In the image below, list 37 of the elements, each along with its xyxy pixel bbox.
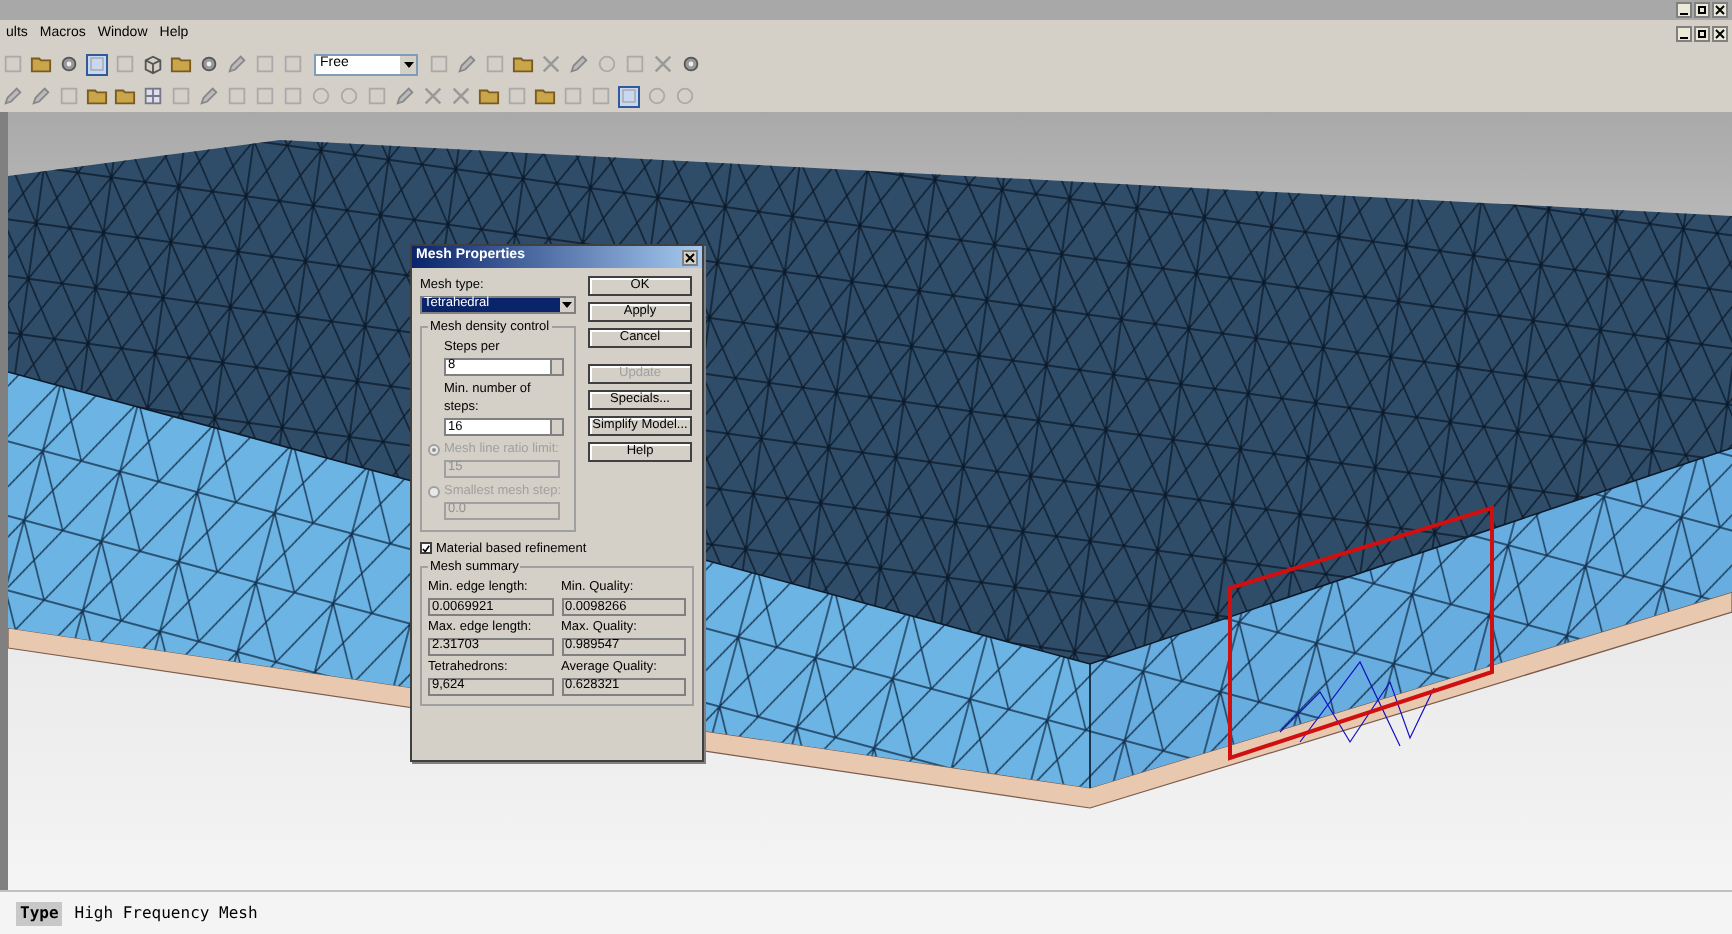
status-label: Type xyxy=(16,901,63,925)
close-icon[interactable] xyxy=(682,249,698,265)
folder-icon[interactable] xyxy=(534,85,556,107)
pencil-icon[interactable] xyxy=(568,53,590,75)
gear-icon[interactable] xyxy=(198,53,220,75)
close-icon[interactable] xyxy=(1712,26,1728,42)
pencil-icon[interactable] xyxy=(394,85,416,107)
folder-icon[interactable] xyxy=(170,53,192,75)
folder-icon[interactable] xyxy=(512,53,534,75)
cube-icon[interactable] xyxy=(142,53,164,75)
circle-icon[interactable] xyxy=(338,85,360,107)
checkbox[interactable] xyxy=(420,542,432,555)
gear-icon[interactable] xyxy=(58,53,80,75)
pencil-icon[interactable] xyxy=(198,85,220,107)
folder-icon[interactable] xyxy=(86,85,108,107)
circle-icon[interactable] xyxy=(674,85,696,107)
circle-icon[interactable] xyxy=(310,85,332,107)
square-icon[interactable] xyxy=(86,53,108,75)
folder-icon[interactable] xyxy=(478,85,500,107)
status-text: High Frequency Mesh xyxy=(74,901,258,925)
circle-icon[interactable] xyxy=(596,53,618,75)
close-icon[interactable] xyxy=(1712,2,1728,18)
minimize-icon[interactable] xyxy=(1676,26,1692,42)
cross-icon[interactable] xyxy=(422,85,444,107)
gear-icon[interactable] xyxy=(680,53,702,75)
pencil-icon[interactable] xyxy=(2,85,24,107)
cross-icon[interactable] xyxy=(450,85,472,107)
caret-icon xyxy=(562,301,572,308)
square-icon[interactable] xyxy=(618,85,640,107)
grid-icon[interactable] xyxy=(142,85,164,107)
caret-icon xyxy=(403,61,413,67)
pencil-icon[interactable] xyxy=(456,53,478,75)
folder-icon[interactable] xyxy=(30,53,52,75)
pencil-icon[interactable] xyxy=(30,85,52,107)
folder-icon[interactable] xyxy=(114,85,136,107)
cross-icon[interactable] xyxy=(540,53,562,75)
minimize-icon[interactable] xyxy=(1676,2,1692,18)
